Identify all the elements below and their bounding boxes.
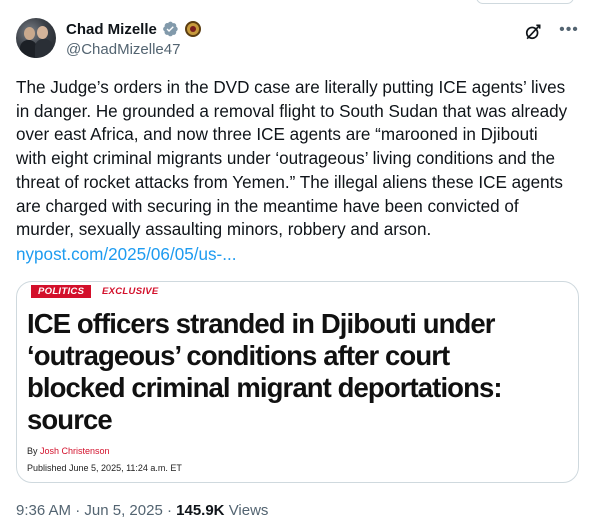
tweet-text: The Judge’s orders in the DVD case are l… (16, 78, 568, 240)
author-display-name[interactable]: Chad Mizelle (66, 21, 157, 38)
category-tag: POLITICS (31, 285, 92, 298)
previous-card-edge (476, 0, 574, 4)
card-headline: ICE officers stranded in Djibouti under … (27, 308, 503, 435)
more-icon[interactable]: ••• (559, 20, 579, 40)
link-preview-card[interactable]: POLITICS EXCLUSIVE ICE officers stranded… (16, 281, 579, 483)
tweet-time[interactable]: 9:36 AM (16, 502, 71, 519)
meta-separator: · (166, 502, 172, 519)
tweet-meta: 9:36 AM · Jun 5, 2025 · 145.9K Views (16, 502, 268, 519)
byline-prefix: By (27, 446, 38, 456)
author-handle[interactable]: @ChadMizelle47 (66, 41, 180, 58)
doj-seal-icon[interactable] (184, 21, 201, 37)
card-published: Published June 5, 2025, 11:24 a.m. ET (27, 463, 182, 473)
tweet-date[interactable]: Jun 5, 2025 (84, 502, 162, 519)
views-label: Views (228, 502, 269, 519)
tweet-link[interactable]: nypost.com/2025/06/05/us-... (16, 245, 236, 265)
avatar[interactable] (16, 18, 56, 58)
card-byline: By Josh Christenson (27, 446, 110, 456)
byline-author: Josh Christenson (40, 446, 110, 456)
meta-separator: · (75, 502, 81, 519)
views-count: 145.9K (176, 502, 225, 519)
exclusive-tag: EXCLUSIVE (102, 286, 159, 297)
author-name-row: Chad Mizelle (66, 20, 201, 38)
tweet-header: Chad Mizelle @ChadMizelle47 ••• (16, 14, 579, 60)
grok-icon[interactable] (523, 22, 543, 42)
verified-badge-icon[interactable] (161, 20, 179, 38)
